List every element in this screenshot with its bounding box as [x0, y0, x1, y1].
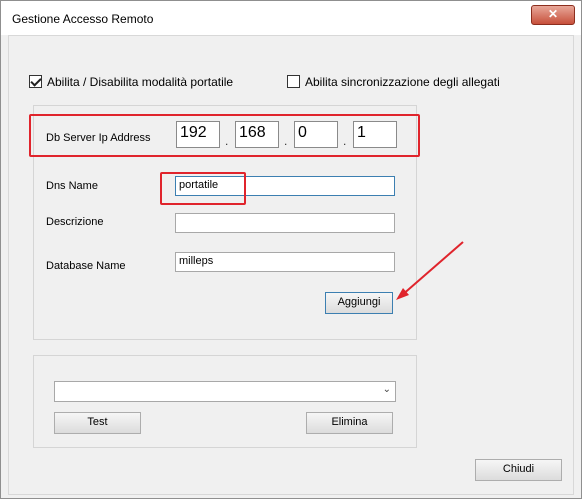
dns-name-input[interactable]: portatile	[175, 176, 395, 196]
ip-separator: .	[225, 134, 229, 148]
description-label: Descrizione	[46, 216, 104, 228]
dialog-window: Gestione Accesso Remoto ✕ Abilita / Disa…	[0, 0, 582, 499]
close-icon[interactable]: ✕	[531, 5, 575, 25]
add-button[interactable]: Aggiungi	[325, 292, 393, 314]
ip-octet-3-input[interactable]: 0	[294, 121, 338, 148]
ip-octet-2-input[interactable]: 168	[235, 121, 279, 148]
sync-attachments-label: Abilita sincronizzazione degli allegati	[305, 75, 500, 89]
connections-combo[interactable]: ⌄	[54, 381, 396, 402]
ip-separator: .	[343, 134, 347, 148]
checkbox-unchecked-icon[interactable]	[287, 75, 300, 88]
ip-separator: .	[284, 134, 288, 148]
title-bar: Gestione Accesso Remoto ✕	[1, 1, 581, 35]
sync-attachments-checkbox[interactable]: Abilita sincronizzazione degli allegati	[287, 75, 500, 89]
ip-octet-4-input[interactable]: 1	[353, 121, 397, 148]
close-button[interactable]: Chiudi	[475, 459, 562, 481]
checkbox-checked-icon[interactable]	[29, 75, 42, 88]
ip-address-label: Db Server Ip Address	[46, 132, 151, 144]
database-name-input[interactable]: milleps	[175, 252, 395, 272]
window-title: Gestione Accesso Remoto	[12, 12, 154, 26]
delete-button[interactable]: Elimina	[306, 412, 393, 434]
arrow-annotation	[396, 241, 464, 300]
ip-octet-1-input[interactable]: 192	[176, 121, 220, 148]
chevron-down-icon[interactable]: ⌄	[383, 384, 391, 395]
test-button[interactable]: Test	[54, 412, 141, 434]
database-name-label: Database Name	[46, 260, 126, 272]
portable-mode-label: Abilita / Disabilita modalità portatile	[47, 75, 234, 89]
description-input[interactable]	[175, 213, 395, 233]
portable-mode-checkbox[interactable]: Abilita / Disabilita modalità portatile	[29, 75, 233, 89]
dns-name-label: Dns Name	[46, 180, 98, 192]
